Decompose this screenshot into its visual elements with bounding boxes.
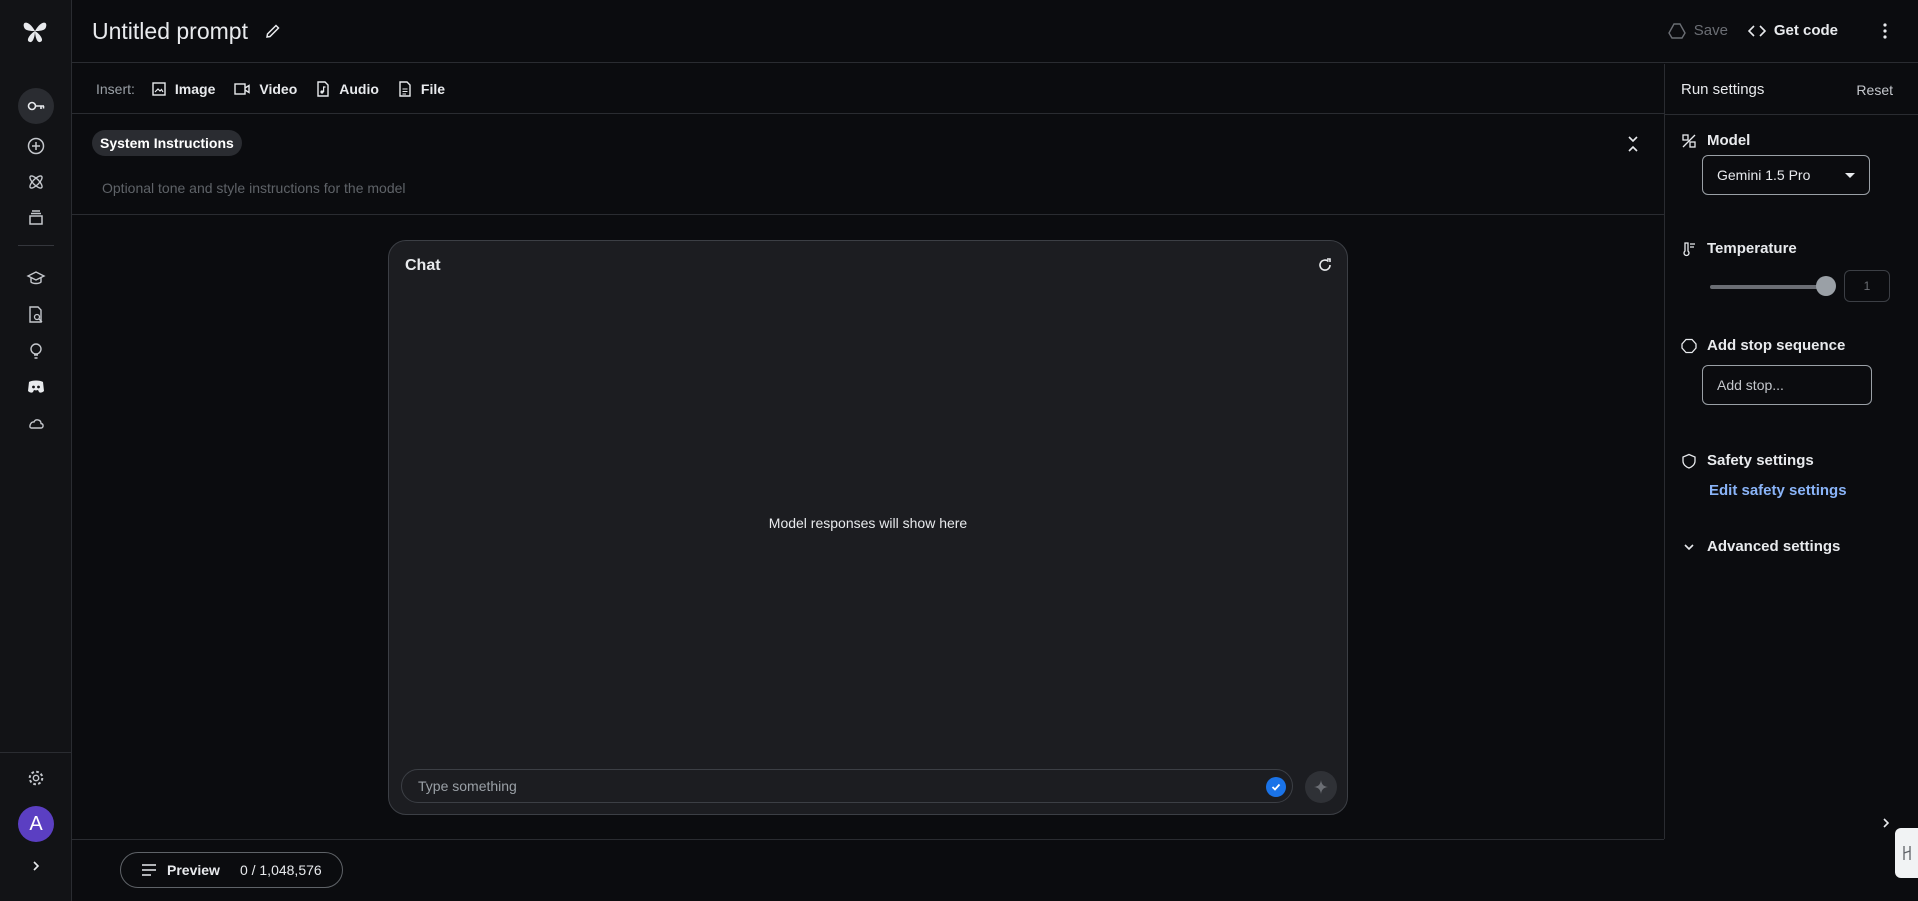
- top-header: Untitled prompt Save Get code: [72, 0, 1918, 63]
- tune-model-icon[interactable]: [18, 164, 54, 200]
- expand-rail-chevron-icon[interactable]: [18, 848, 54, 884]
- chevron-down-icon: [1684, 543, 1694, 550]
- more-options-icon[interactable]: [1882, 22, 1888, 40]
- model-label: Model: [1707, 132, 1751, 149]
- temperature-section-header: Temperature: [1681, 240, 1797, 257]
- video-icon: [234, 82, 251, 95]
- shield-icon: [1682, 453, 1696, 469]
- safety-label: Safety settings: [1707, 452, 1814, 469]
- dropdown-caret-icon: [1845, 173, 1855, 178]
- chat-message-input[interactable]: [418, 778, 1218, 794]
- lines-icon: [142, 864, 156, 876]
- audio-icon: [317, 80, 329, 97]
- cloud-icon[interactable]: [18, 405, 54, 441]
- token-count: 0 / 1,048,576: [239, 862, 322, 878]
- refresh-icon[interactable]: [1317, 257, 1333, 273]
- image-icon: [152, 81, 166, 96]
- prompt-title[interactable]: Untitled prompt: [92, 18, 248, 45]
- stop-sequence-input[interactable]: Add stop...: [1702, 365, 1872, 405]
- temperature-slider-thumb[interactable]: [1816, 276, 1836, 296]
- edit-title-pencil-icon[interactable]: [264, 22, 282, 40]
- collapse-panel-chevron-icon[interactable]: [1880, 816, 1892, 830]
- chat-empty-state: Model responses will show here: [768, 515, 968, 531]
- settings-gear-icon[interactable]: [18, 760, 54, 796]
- collapse-chevrons-icon[interactable]: [1626, 134, 1640, 154]
- preview-label: Preview: [167, 862, 220, 878]
- docs-search-icon[interactable]: [18, 297, 54, 333]
- user-avatar[interactable]: A: [18, 806, 54, 842]
- api-key-icon[interactable]: [18, 88, 54, 124]
- save-button[interactable]: Save: [1667, 22, 1728, 39]
- save-label: Save: [1693, 22, 1728, 39]
- insert-video-label: Video: [259, 80, 298, 97]
- left-nav-rail: A: [0, 0, 72, 901]
- temperature-value-input[interactable]: 1: [1844, 270, 1890, 302]
- system-instructions-input[interactable]: Optional tone and style instructions for…: [102, 180, 406, 196]
- learn-icon[interactable]: [18, 260, 54, 296]
- run-sparkle-button[interactable]: [1305, 771, 1337, 803]
- check-circle-icon[interactable]: [1266, 777, 1286, 797]
- safety-section-header: Safety settings: [1681, 452, 1814, 469]
- stop-hexagon-icon: [1681, 338, 1697, 353]
- edit-safety-settings-link[interactable]: Edit safety settings: [1709, 482, 1847, 499]
- insert-toolbar: Insert: Image Video Audio File: [72, 64, 1664, 114]
- file-icon: [399, 80, 411, 97]
- temperature-slider-track[interactable]: [1710, 285, 1830, 289]
- model-section-header: Model: [1681, 132, 1750, 149]
- advanced-settings-label: Advanced settings: [1707, 538, 1841, 555]
- rail-bottom-divider: [0, 752, 72, 753]
- preview-button[interactable]: Preview 0 / 1,048,576: [120, 852, 343, 888]
- chat-input-box: [401, 769, 1293, 803]
- system-instructions-panel: System Instructions Optional tone and st…: [72, 114, 1664, 215]
- feedback-tab-icon: [1902, 846, 1911, 860]
- code-brackets-icon: [1747, 24, 1766, 37]
- model-select[interactable]: Gemini 1.5 Pro: [1702, 155, 1870, 195]
- rail-divider: [18, 245, 54, 246]
- system-instructions-chip[interactable]: System Instructions: [92, 130, 242, 156]
- get-code-label: Get code: [1773, 22, 1838, 39]
- side-tab-handle[interactable]: [1895, 828, 1918, 878]
- chat-panel: Chat Model responses will show here: [388, 240, 1348, 815]
- stop-sequence-section-header: Add stop sequence: [1681, 337, 1845, 354]
- model-icon: [1682, 133, 1696, 148]
- bottom-footer: Preview 0 / 1,048,576: [72, 839, 1664, 901]
- insert-image-label: Image: [174, 80, 216, 97]
- get-code-button[interactable]: Get code: [1747, 22, 1838, 39]
- model-value: Gemini 1.5 Pro: [1717, 167, 1811, 183]
- discord-icon[interactable]: [18, 369, 54, 405]
- insert-audio-label: Audio: [339, 80, 379, 97]
- reset-button[interactable]: Reset: [1856, 82, 1893, 98]
- stop-sequence-label: Add stop sequence: [1707, 337, 1846, 354]
- advanced-settings-toggle[interactable]: Advanced settings: [1681, 538, 1840, 555]
- run-settings-divider: [1665, 114, 1918, 115]
- create-prompt-icon[interactable]: [18, 128, 54, 164]
- insert-label: Insert:: [96, 80, 135, 97]
- temperature-label: Temperature: [1707, 240, 1797, 257]
- insert-audio-button[interactable]: Audio: [315, 81, 379, 97]
- thermometer-icon: [1683, 241, 1695, 256]
- insert-file-label: File: [420, 80, 446, 97]
- insert-video-button[interactable]: Video: [233, 81, 297, 97]
- run-settings-title: Run settings: [1681, 81, 1765, 98]
- lightbulb-icon[interactable]: [18, 333, 54, 369]
- run-settings-panel: Run settings Reset Model Gemini 1.5 Pro …: [1664, 64, 1918, 839]
- sparkle-icon: [1314, 780, 1328, 794]
- library-icon[interactable]: [18, 200, 54, 236]
- app-logo-icon[interactable]: [20, 16, 50, 46]
- drive-icon: [1667, 22, 1686, 39]
- insert-file-button[interactable]: File: [397, 81, 445, 97]
- chat-title: Chat: [405, 257, 441, 274]
- insert-image-button[interactable]: Image: [151, 81, 215, 97]
